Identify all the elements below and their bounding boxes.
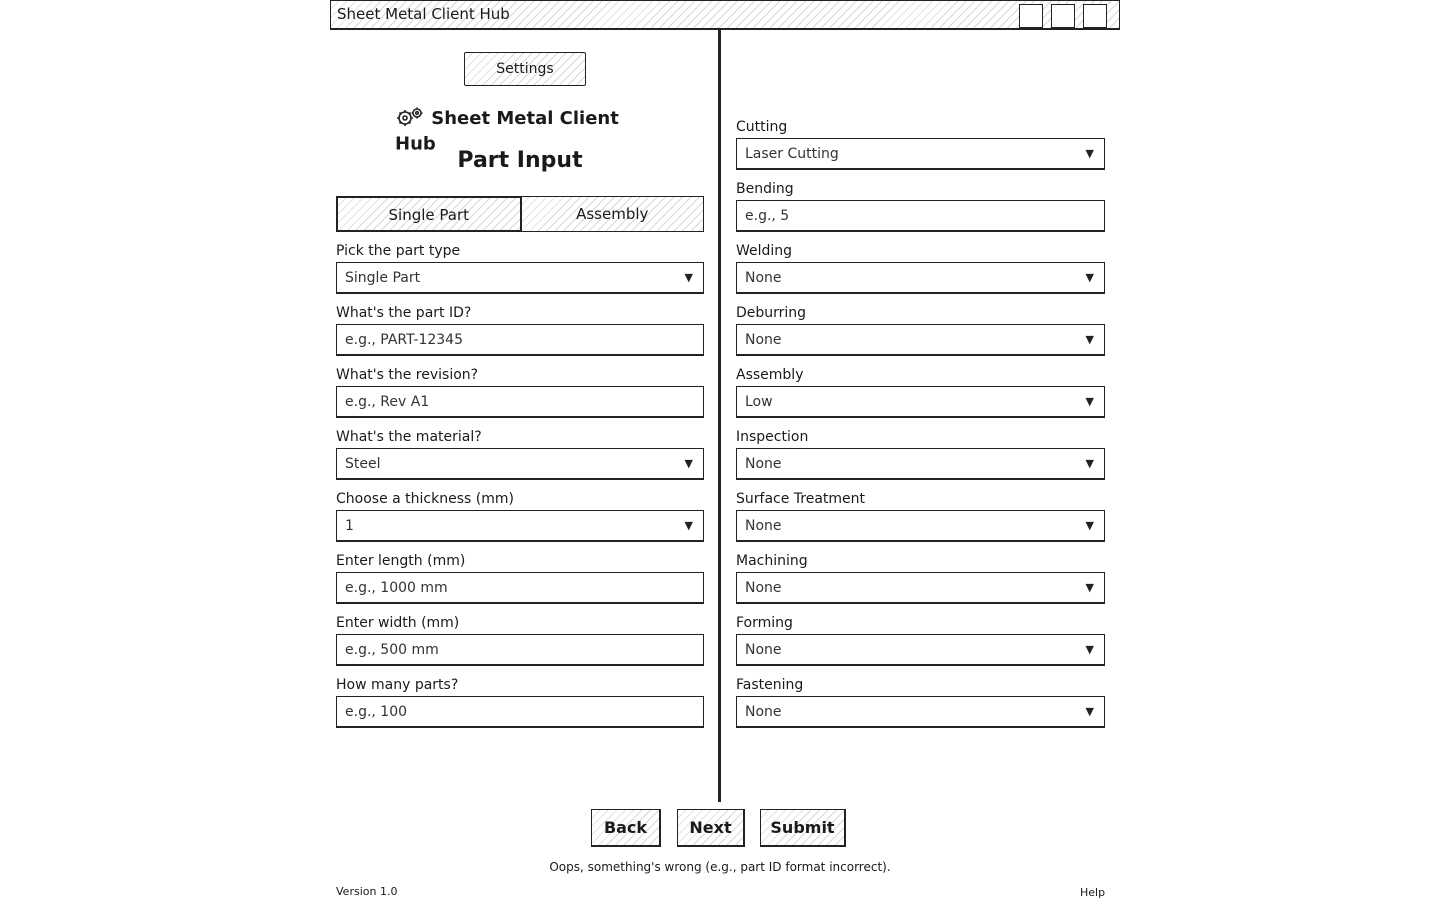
- length-input[interactable]: e.g., 1000 mm: [336, 572, 704, 604]
- quantity-label: How many parts?: [336, 677, 459, 693]
- chevron-down-icon: ▼: [1085, 643, 1094, 656]
- thickness-label: Choose a thickness (mm): [336, 491, 514, 507]
- chevron-down-icon: ▼: [684, 271, 693, 284]
- surface-treatment-select[interactable]: None ▼: [736, 510, 1105, 542]
- chevron-down-icon: ▼: [1085, 457, 1094, 470]
- machining-label: Machining: [736, 553, 808, 569]
- quantity-input[interactable]: e.g., 100: [336, 696, 704, 728]
- chevron-down-icon: ▼: [1085, 271, 1094, 284]
- part-mode-toggle: Single Part Assembly: [336, 196, 704, 232]
- machining-select[interactable]: None ▼: [736, 572, 1105, 604]
- welding-select[interactable]: None ▼: [736, 262, 1105, 294]
- app-heading: Sheet Metal Client Hub: [395, 104, 635, 155]
- part-type-select[interactable]: Single Part ▼: [336, 262, 704, 294]
- cutting-select[interactable]: Laser Cutting ▼: [736, 138, 1105, 170]
- forming-label: Forming: [736, 615, 793, 631]
- error-message: Oops, something's wrong (e.g., part ID f…: [549, 860, 891, 874]
- bending-label: Bending: [736, 181, 794, 197]
- revision-input[interactable]: e.g., Rev A1: [336, 386, 704, 418]
- width-input[interactable]: e.g., 500 mm: [336, 634, 704, 666]
- submit-button[interactable]: Submit: [760, 809, 846, 847]
- chevron-down-icon: ▼: [684, 519, 693, 532]
- cutting-label: Cutting: [736, 119, 788, 135]
- bending-input[interactable]: e.g., 5: [736, 200, 1105, 232]
- maximize-button[interactable]: [1051, 4, 1075, 28]
- tab-assembly[interactable]: Assembly: [521, 197, 703, 231]
- inspection-select[interactable]: None ▼: [736, 448, 1105, 480]
- assembly-label: Assembly: [736, 367, 804, 383]
- gears-icon: [395, 104, 425, 133]
- material-select[interactable]: Steel ▼: [336, 448, 704, 480]
- close-button[interactable]: [1083, 4, 1107, 28]
- chevron-down-icon: ▼: [1085, 519, 1094, 532]
- surface-treatment-label: Surface Treatment: [736, 491, 866, 507]
- material-label: What's the material?: [336, 429, 482, 445]
- back-button[interactable]: Back: [591, 809, 661, 847]
- next-button[interactable]: Next: [677, 809, 745, 847]
- settings-button[interactable]: Settings: [464, 52, 586, 86]
- chevron-down-icon: ▼: [1085, 581, 1094, 594]
- column-divider: [718, 30, 721, 802]
- part-id-input[interactable]: e.g., PART-12345: [336, 324, 704, 356]
- inspection-label: Inspection: [736, 429, 809, 445]
- deburring-label: Deburring: [736, 305, 807, 321]
- length-label: Enter length (mm): [336, 553, 466, 569]
- minimize-button[interactable]: [1019, 4, 1043, 28]
- assembly-select[interactable]: Low ▼: [736, 386, 1105, 418]
- window-titlebar: Sheet Metal Client Hub: [330, 0, 1120, 30]
- revision-label: What's the revision?: [336, 367, 479, 383]
- section-title: Part Input: [457, 148, 583, 173]
- tab-single-part[interactable]: Single Part: [336, 196, 522, 232]
- width-label: Enter width (mm): [336, 615, 460, 631]
- part-id-label: What's the part ID?: [336, 305, 472, 321]
- window-title: Sheet Metal Client Hub: [337, 5, 510, 23]
- welding-label: Welding: [736, 243, 793, 259]
- chevron-down-icon: ▼: [1085, 147, 1094, 160]
- fastening-select[interactable]: None ▼: [736, 696, 1105, 728]
- fastening-label: Fastening: [736, 677, 804, 693]
- chevron-down-icon: ▼: [684, 457, 693, 470]
- thickness-select[interactable]: 1 ▼: [336, 510, 704, 542]
- chevron-down-icon: ▼: [1085, 333, 1094, 346]
- help-link[interactable]: Help: [1080, 886, 1105, 899]
- chevron-down-icon: ▼: [1085, 705, 1094, 718]
- forming-select[interactable]: None ▼: [736, 634, 1105, 666]
- deburring-select[interactable]: None ▼: [736, 324, 1105, 356]
- version-label: Version 1.0: [336, 885, 398, 898]
- part-type-label: Pick the part type: [336, 243, 461, 259]
- chevron-down-icon: ▼: [1085, 395, 1094, 408]
